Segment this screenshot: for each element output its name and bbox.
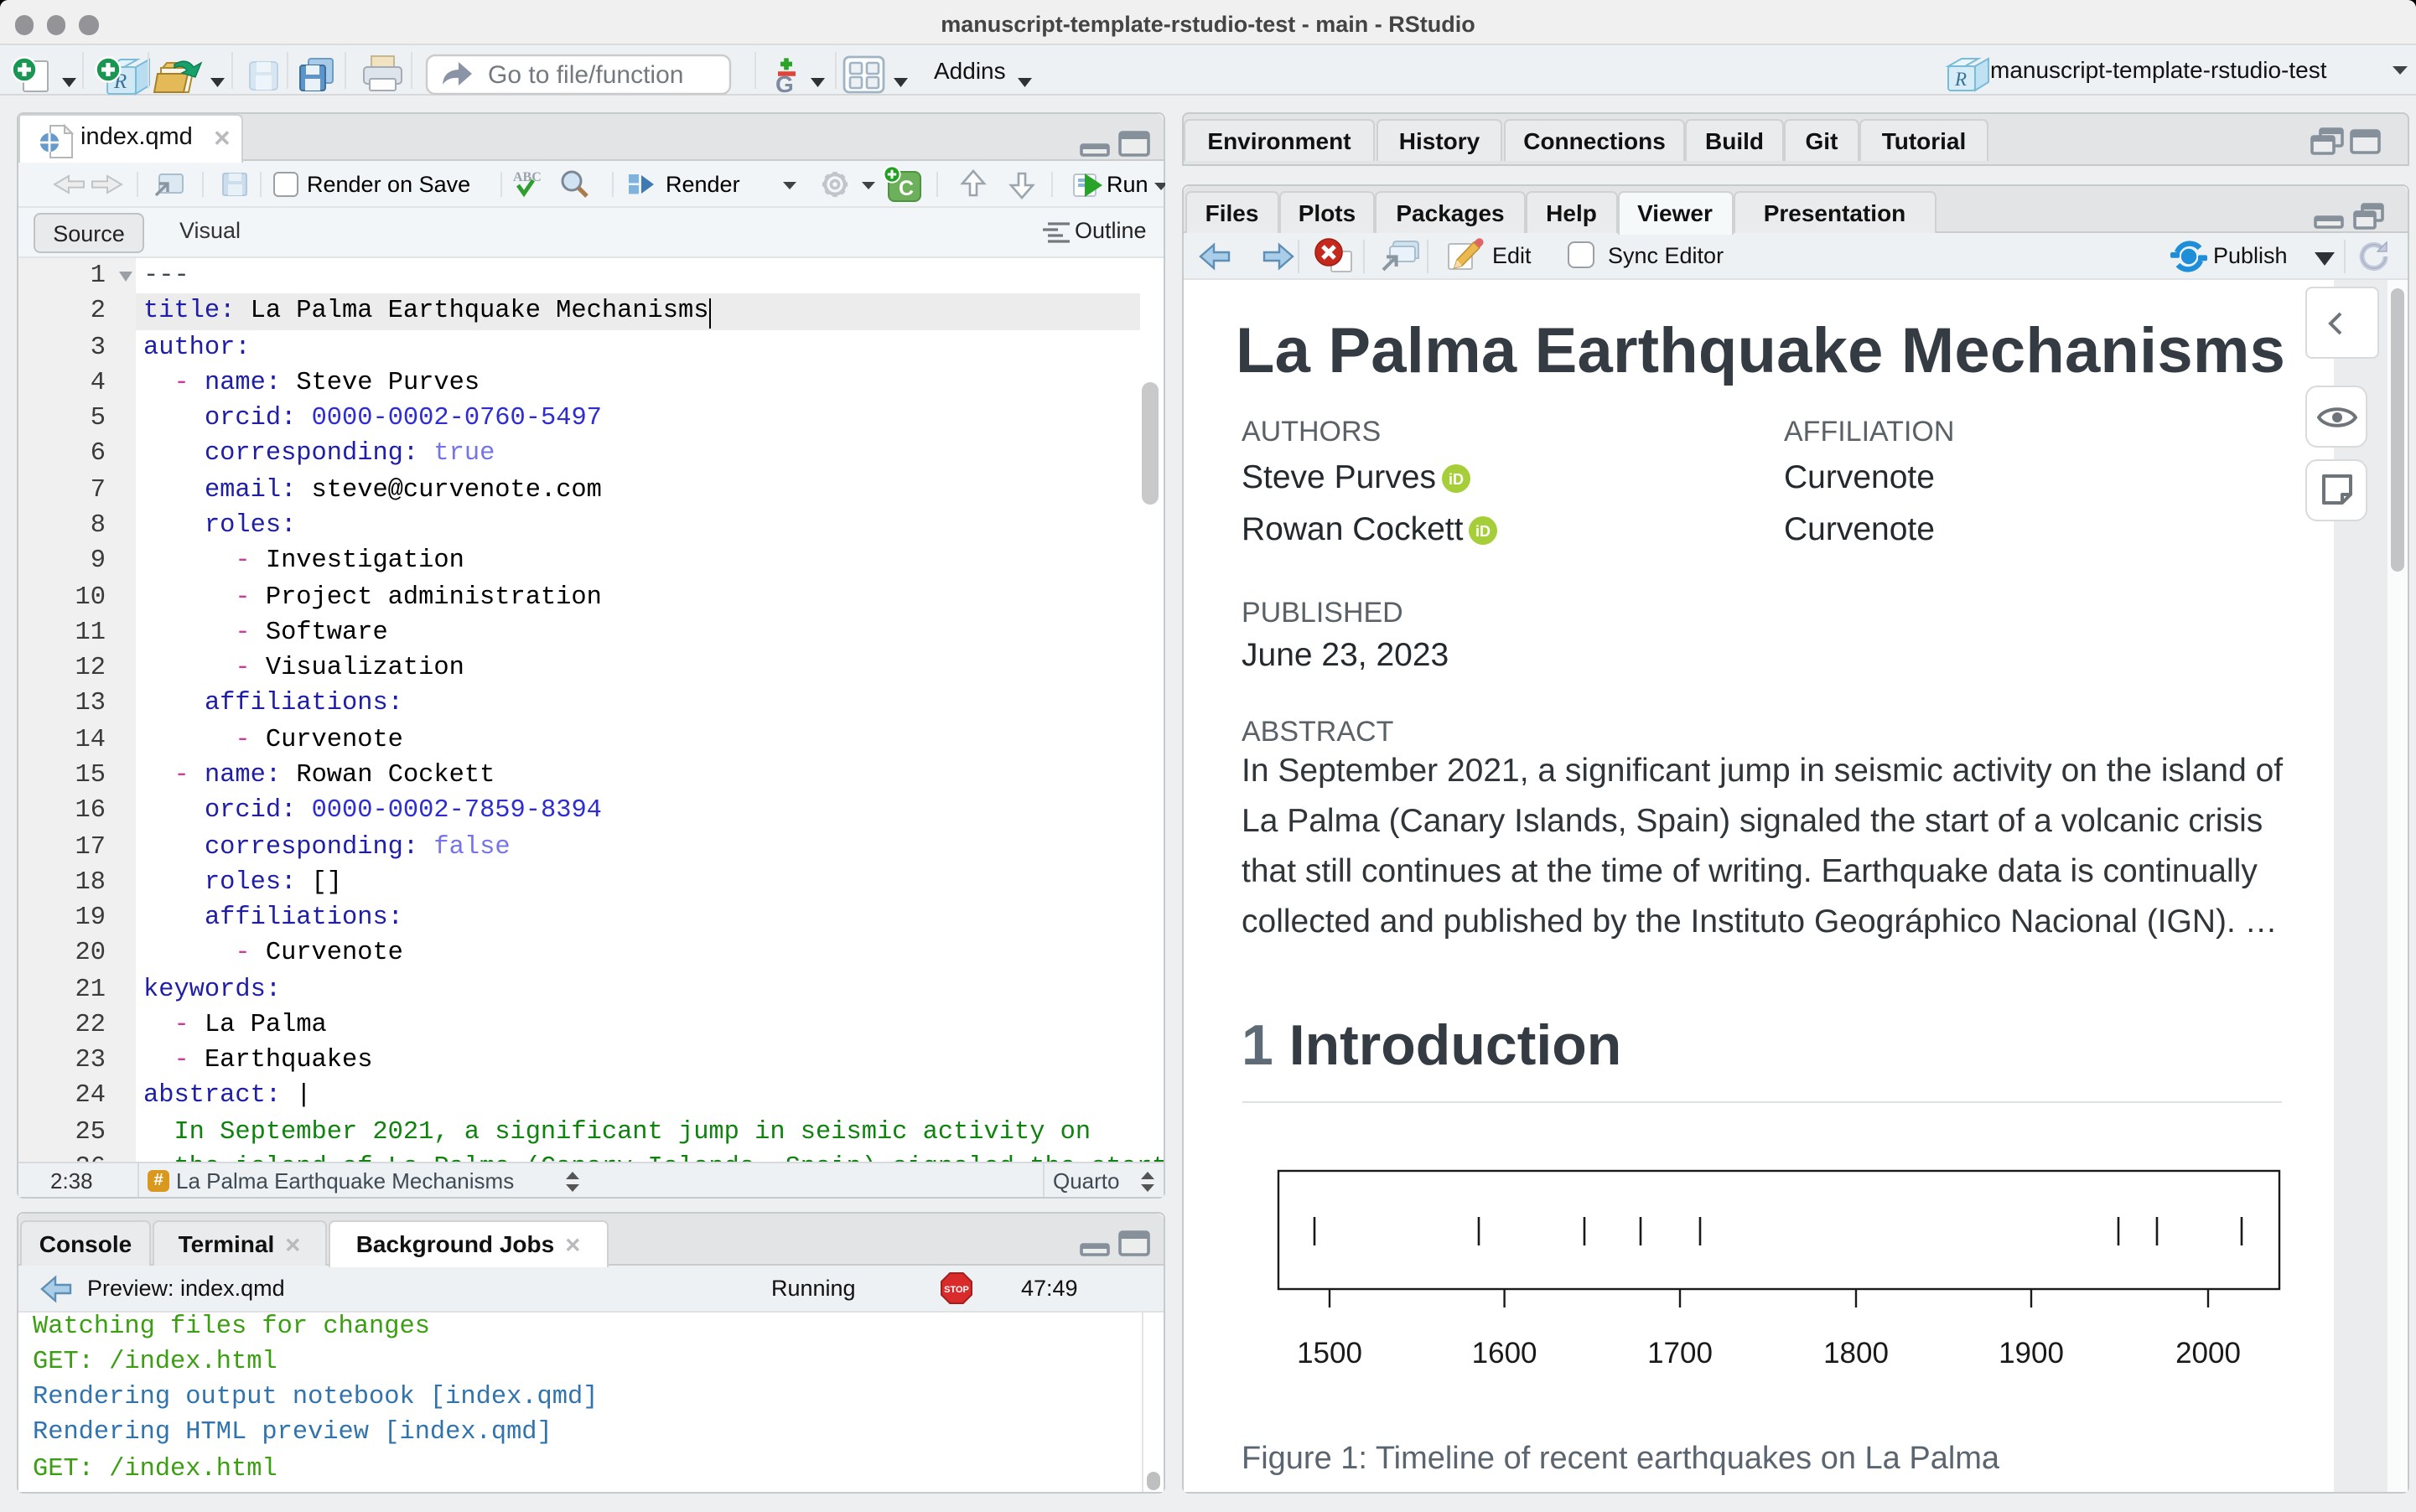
svg-text:G: G [775, 71, 794, 96]
svg-text:C: C [899, 177, 914, 200]
svg-text:ABC: ABC [513, 170, 542, 184]
svg-text:R: R [1954, 69, 1967, 90]
svg-text:iD: iD [1475, 523, 1491, 540]
svg-text:iD: iD [1449, 471, 1464, 488]
svg-text:manuscript-template-rstudio-te: manuscript-template-rstudio-test [1990, 57, 2327, 83]
svg-text:2000: 2000 [2175, 1337, 2241, 1370]
svg-text:Addins: Addins [934, 58, 1006, 84]
svg-text:1600: 1600 [1472, 1337, 1537, 1370]
svg-text:STOP: STOP [944, 1285, 969, 1295]
svg-text:1700: 1700 [1647, 1337, 1713, 1370]
svg-text:1800: 1800 [1823, 1337, 1889, 1370]
svg-text:1500: 1500 [1297, 1337, 1362, 1370]
svg-text:1900: 1900 [1999, 1337, 2064, 1370]
svg-text:Go to file/function: Go to file/function [488, 61, 683, 89]
svg-text:Render: Render [666, 172, 740, 197]
svg-text:Render on Save: Render on Save [307, 172, 470, 197]
svg-text:Run: Run [1107, 172, 1148, 197]
